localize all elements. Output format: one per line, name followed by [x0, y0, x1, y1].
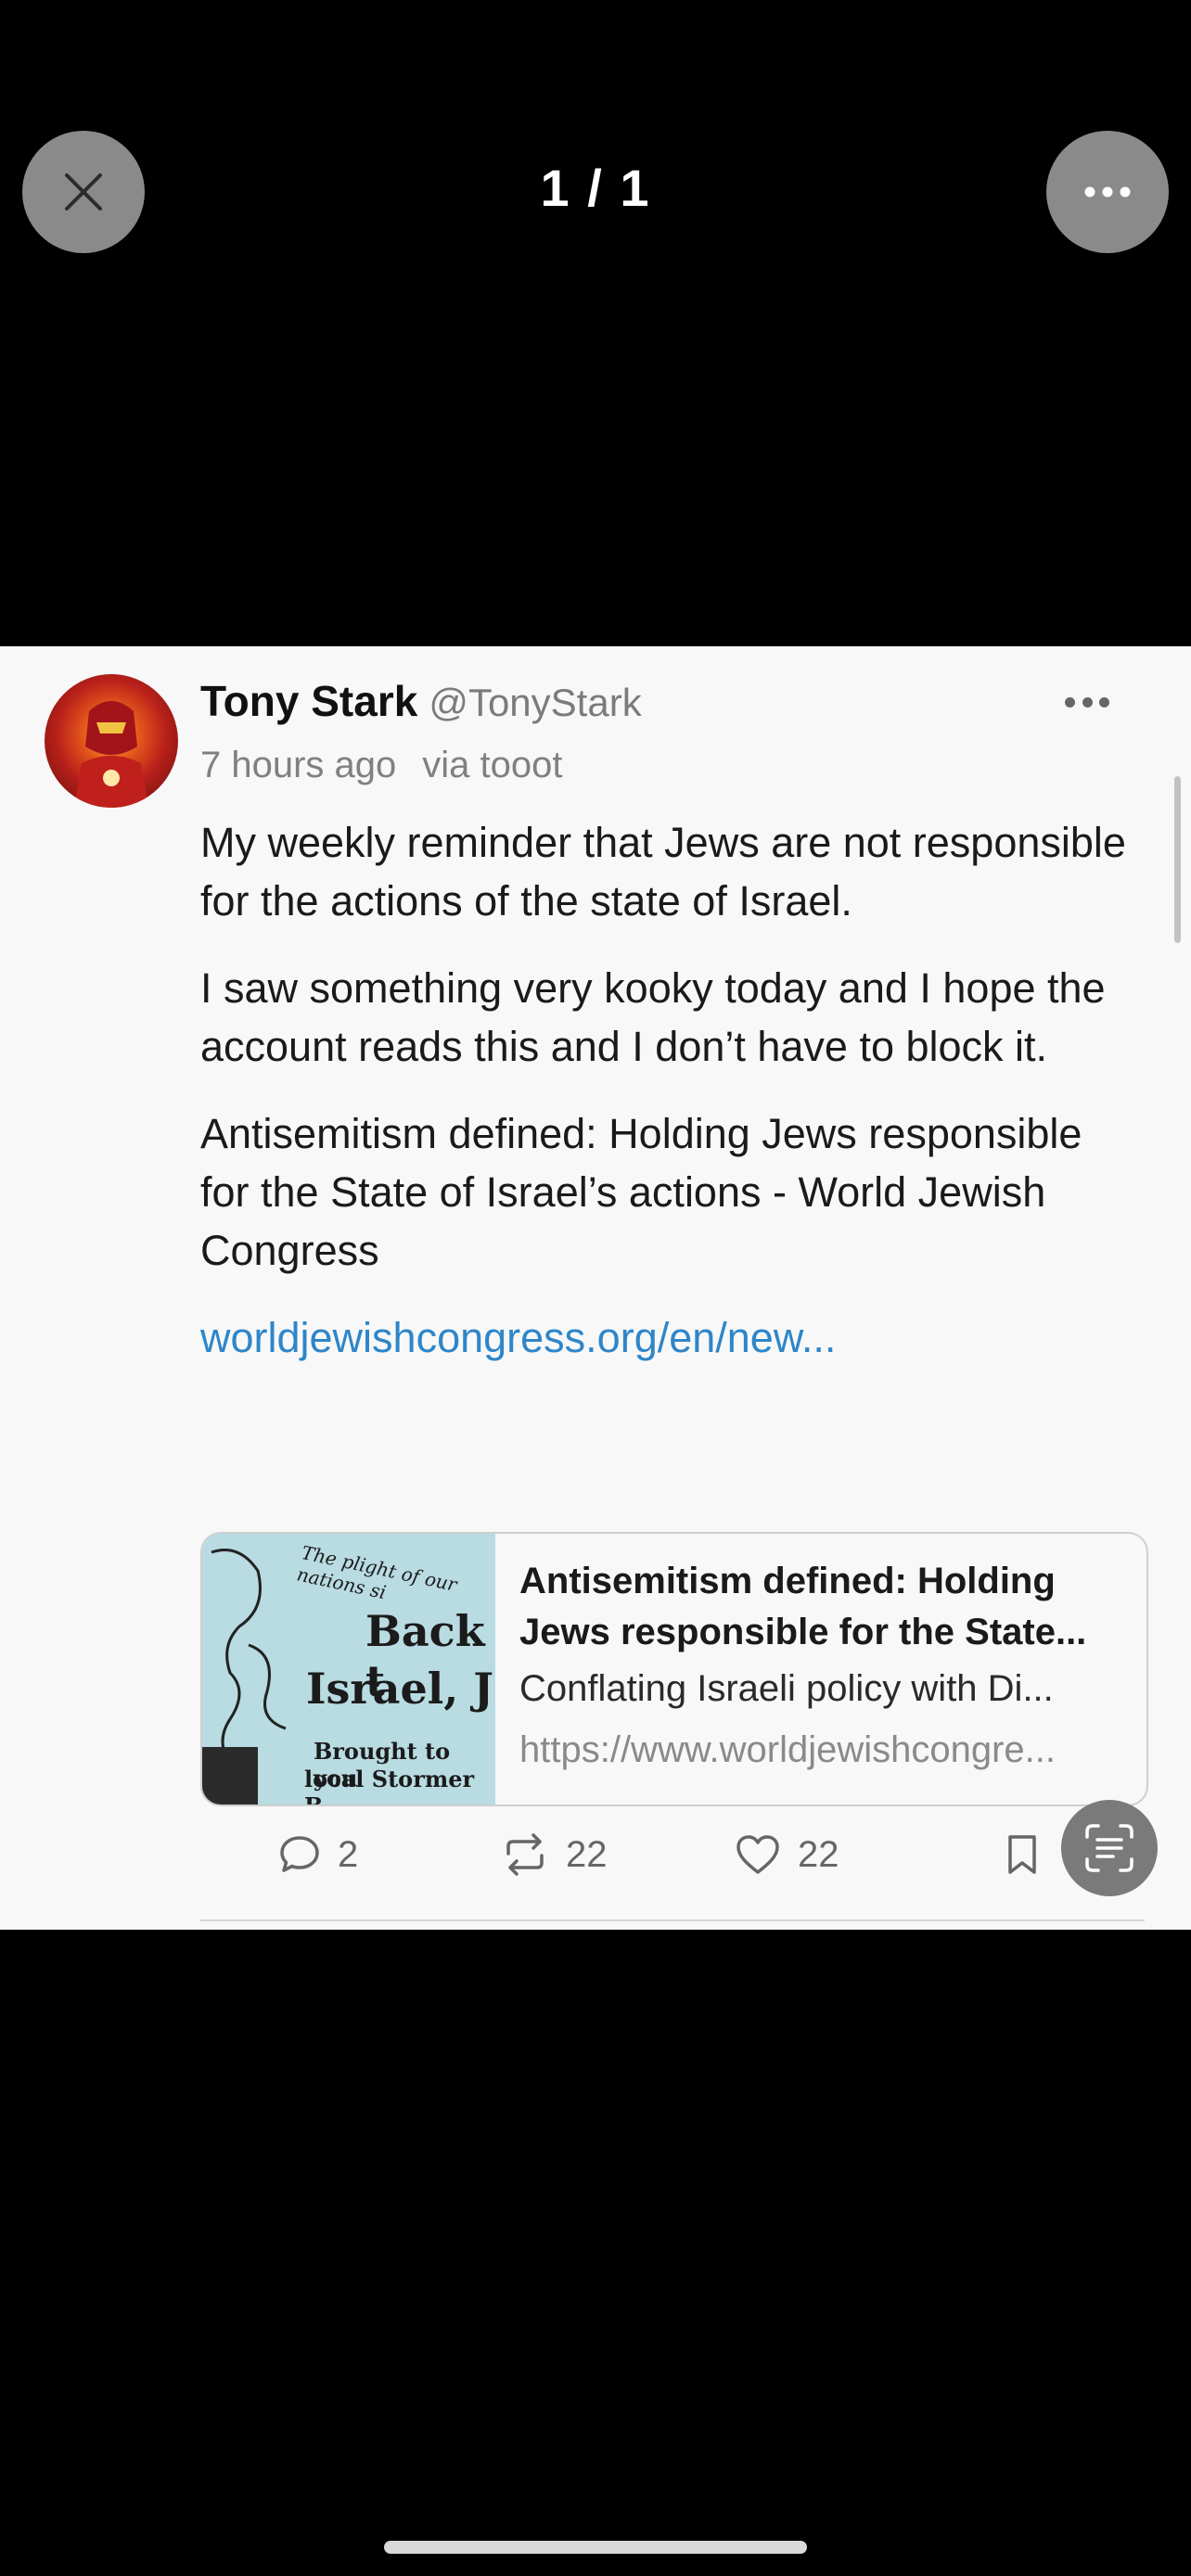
link-preview-title: Antisemitism defined: Holding Jews respo…: [519, 1561, 1087, 1652]
image-counter: 1 / 1: [540, 159, 651, 217]
favourite-count: 22: [798, 1833, 839, 1875]
thumb-text: local Stormer B: [304, 1766, 475, 1804]
post-paragraph: My weekly reminder that Jews are not res…: [200, 819, 1126, 925]
link-preview-url: https://www.worldjewishcongre...: [519, 1729, 1057, 1770]
post-body: My weekly reminder that Jews are not res…: [200, 813, 1137, 1367]
ellipsis-icon: [1084, 186, 1131, 198]
dot: [1099, 696, 1109, 708]
scrollbar[interactable]: [1174, 776, 1181, 943]
post-link[interactable]: worldjewishcongress.org/en/new...: [200, 1308, 1137, 1367]
favourite-button[interactable]: 22: [735, 1833, 839, 1876]
author-handle[interactable]: @TonyStark: [429, 681, 641, 724]
bookmark-icon: [1008, 1835, 1036, 1874]
post-paragraph: Antisemitism defined: Holding Jews respo…: [200, 1110, 1082, 1274]
boost-button[interactable]: 22: [501, 1833, 608, 1876]
thumb-text: Israel, J: [306, 1664, 493, 1714]
avatar-image: [74, 701, 148, 808]
home-indicator[interactable]: [384, 2541, 807, 2554]
author-line[interactable]: Tony Stark @TonyStark: [200, 676, 642, 726]
reply-icon: [280, 1836, 319, 1872]
heart-icon: [736, 1835, 779, 1874]
post-time: 7 hours ago: [200, 745, 397, 785]
post-screenshot: Tony Stark @TonyStark 7 hours ago via tooo…: [0, 646, 1191, 1930]
dot: [1065, 696, 1075, 708]
live-text-button[interactable]: [1061, 1800, 1158, 1896]
more-options-button[interactable]: [1046, 131, 1169, 253]
link-preview-card[interactable]: The plight of our nations si Back t Isra…: [200, 1532, 1148, 1806]
divider: [200, 1919, 1145, 1921]
dot: [1082, 696, 1093, 708]
link-preview-description: Conflating Israeli policy with Di...: [519, 1668, 1054, 1709]
post-paragraph: I saw something very kooky today and I h…: [200, 964, 1106, 1070]
boost-icon: [506, 1833, 544, 1876]
reply-button[interactable]: 2: [278, 1833, 358, 1876]
post-more-button[interactable]: [1065, 695, 1109, 709]
bookmark-button[interactable]: [1005, 1833, 1056, 1876]
post-meta: 7 hours ago via tooot: [200, 745, 563, 786]
reply-count: 2: [338, 1833, 359, 1875]
boost-count: 22: [566, 1833, 608, 1875]
link-preview-thumbnail: The plight of our nations si Back t Isra…: [202, 1534, 495, 1804]
author-name[interactable]: Tony Stark: [200, 677, 417, 725]
post-actions: 2 22 22: [200, 1833, 1145, 1889]
live-text-icon: [1085, 1824, 1133, 1872]
avatar[interactable]: [45, 674, 178, 808]
post-client: via tooot: [422, 745, 563, 785]
